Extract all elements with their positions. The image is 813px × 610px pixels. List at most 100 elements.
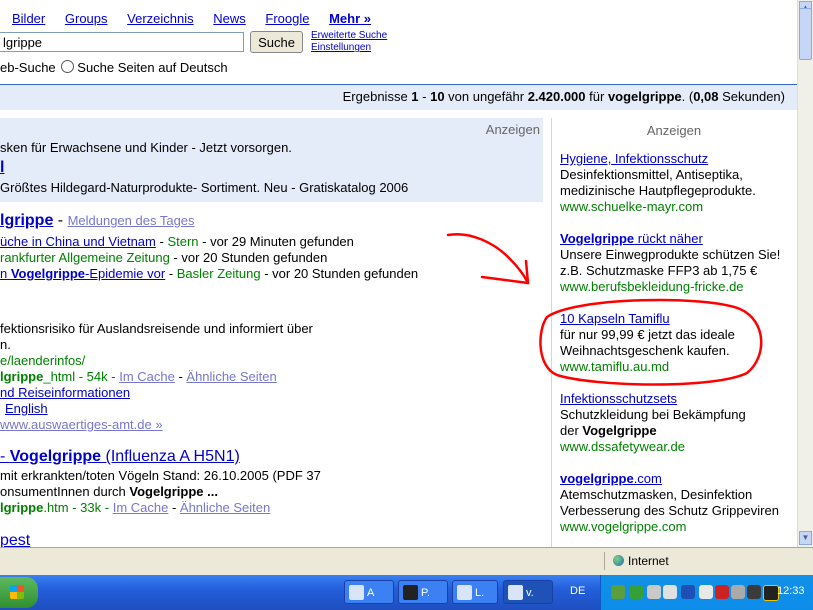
taskbar-item-active[interactable]: v.: [503, 580, 553, 604]
tray-icon[interactable]: [663, 585, 677, 599]
side-ad-title[interactable]: vogelgrippe.com: [560, 471, 779, 487]
nav-verzeichnis[interactable]: Verzeichnis: [127, 11, 193, 26]
google-nav: Bilder Groups Verzeichnis News Froogle M…: [12, 11, 387, 26]
result-title-link[interactable]: - Vogelgrippe (Influenza A H5N1): [0, 448, 240, 466]
stats-suffix: Sekunden): [718, 89, 785, 104]
news-item-source: Stern: [167, 234, 199, 249]
result-title-link[interactable]: pest: [0, 532, 30, 547]
taskbar-item[interactable]: P.: [398, 580, 448, 604]
side-ad-title[interactable]: Infektionsschutzsets: [560, 391, 746, 407]
red-circle-annotation: [539, 298, 763, 386]
more-results-link[interactable]: www.auswaertiges-amt.de »: [0, 417, 163, 432]
scroll-down-icon[interactable]: ▼: [799, 531, 812, 545]
similar-pages-link[interactable]: Ähnliche Seiten: [186, 369, 276, 384]
ie-icon: [508, 585, 523, 600]
app-icon: [349, 585, 364, 600]
side-ad-line: Schutzkleidung bei Bekämpfung: [560, 407, 746, 422]
vertical-scrollbar[interactable]: ▲ ▼: [797, 0, 813, 547]
meta-sep: -: [168, 500, 180, 515]
clock[interactable]: 12:33: [777, 585, 805, 597]
german-pages-label[interactable]: Suche Seiten auf Deutsch: [77, 60, 227, 75]
news-item: rankfurter Allgemeine Zeitung - vor 20 S…: [0, 250, 327, 265]
taskbar-item[interactable]: A: [344, 580, 394, 604]
nav-bilder[interactable]: Bilder: [12, 11, 45, 26]
result-url-bold: lgrippe: [0, 369, 44, 384]
side-ad-line-pre: der: [560, 423, 583, 438]
start-button[interactable]: [0, 577, 38, 608]
result-title-pre: -: [0, 448, 10, 465]
top-sponsored-links: Anzeigen sken für Erwachsene und Kinder …: [0, 118, 543, 202]
news-item-link[interactable]: üche in China und Vietnam: [0, 234, 156, 249]
sitelink-english[interactable]: English: [5, 401, 48, 416]
news-item-source: Basler Zeitung: [176, 266, 261, 281]
task-label: P.: [421, 587, 430, 599]
search-button[interactable]: Suche: [250, 31, 303, 53]
news-link-post: -Epidemie vor: [85, 266, 166, 281]
side-ad: vogelgrippe.com Atemschutzmasken, Desinf…: [560, 471, 779, 535]
stats-dash: -: [418, 89, 431, 104]
nav-froogle[interactable]: Froogle: [265, 11, 309, 26]
stats-time: 0,08: [693, 89, 719, 104]
task-label: v.: [526, 587, 534, 599]
search-scope: eb-Suche Suche Seiten auf Deutsch: [0, 60, 228, 75]
task-label: A: [367, 587, 375, 599]
top-ads-label: Anzeigen: [485, 122, 540, 137]
side-ads-label: Anzeigen: [646, 123, 702, 138]
news-link-pre: n: [0, 266, 11, 281]
side-ad-title[interactable]: Vogelgrippe rückt näher: [560, 231, 780, 247]
result-meta: lgrippe_html - 54k - Im Cache - Ähnliche…: [0, 369, 277, 384]
globe-icon: [613, 555, 624, 566]
side-ad-title-bold: Vogelgrippe: [560, 231, 635, 246]
news-item-source[interactable]: rankfurter Allgemeine Zeitung: [0, 250, 170, 265]
news-heading: lgrippe - Meldungen des Tages: [0, 212, 195, 230]
result-url-rest: _html - 54k -: [43, 369, 120, 384]
web-search-label[interactable]: eb-Suche: [0, 60, 56, 75]
result-title-post: (Influenza A H5N1): [101, 448, 240, 465]
scroll-thumb[interactable]: [799, 8, 812, 60]
nav-news[interactable]: News: [213, 11, 246, 26]
news-item-sep: -: [155, 234, 168, 249]
taskbar-item[interactable]: L.: [452, 580, 498, 604]
side-ad-title[interactable]: Hygiene, Infektionsschutz: [560, 151, 756, 167]
windows-taskbar: A P. L. v. DE 12:33: [0, 575, 813, 610]
top-ad-link[interactable]: l: [0, 159, 4, 177]
side-ad-line: Unsere Einwegprodukte schützen Sie!: [560, 247, 781, 262]
news-today-link[interactable]: Meldungen des Tages: [68, 213, 195, 228]
result-meta: lgrippe.htm - 33k - Im Cache - Ähnliche …: [0, 500, 270, 515]
stats-prefix: Ergebnisse: [342, 89, 412, 104]
tray-icon[interactable]: [715, 585, 729, 599]
nav-groups[interactable]: Groups: [65, 11, 108, 26]
tray-icon[interactable]: [747, 585, 761, 599]
news-title-link[interactable]: lgrippe: [0, 212, 53, 229]
news-item-link[interactable]: n Vogelgrippe-Epidemie vor: [0, 266, 165, 281]
result-snippet: onsumentInnen durch Vogelgrippe ...: [0, 484, 218, 499]
side-ad-line: medizinische Hautpflegeprodukte.: [560, 183, 756, 198]
tray-icon[interactable]: [699, 585, 713, 599]
stats-from: 1: [411, 89, 419, 104]
stats-for: für: [585, 89, 608, 104]
settings-link[interactable]: Einstellungen: [311, 42, 387, 54]
side-ad-url: www.schuelke-mayr.com: [560, 199, 704, 214]
cache-link[interactable]: Im Cache: [113, 500, 169, 515]
stats-dot: . (: [681, 89, 694, 104]
tray-icon[interactable]: [629, 585, 643, 599]
tray-icon[interactable]: [611, 585, 625, 599]
news-item-time: - vor 20 Stunden gefunden: [169, 250, 328, 265]
nav-more[interactable]: Mehr »: [329, 11, 371, 26]
similar-pages-link[interactable]: Ähnliche Seiten: [180, 500, 270, 515]
result-title-bold: Vogelgrippe: [9, 448, 102, 465]
news-title-sep: -: [53, 212, 68, 229]
german-pages-radio[interactable]: [61, 60, 75, 73]
search-input[interactable]: [0, 32, 244, 52]
tray-icon[interactable]: [681, 585, 695, 599]
advanced-search-link[interactable]: Erweiterte Suche: [311, 30, 387, 42]
sitelink[interactable]: nd Reiseinformationen: [0, 385, 130, 400]
tray-icon[interactable]: [647, 585, 661, 599]
cache-link[interactable]: Im Cache: [119, 369, 175, 384]
stats-term: vogelgrippe: [607, 89, 682, 104]
top-ad-line: sken für Erwachsene und Kinder - Jetzt v…: [0, 140, 292, 155]
tray-icon[interactable]: [731, 585, 745, 599]
side-ad-line-bold: Vogelgrippe: [582, 423, 657, 438]
stats-total: 2.420.000: [527, 89, 586, 104]
language-indicator[interactable]: DE: [570, 585, 585, 597]
